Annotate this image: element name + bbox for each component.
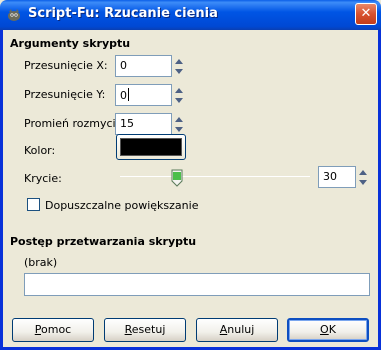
offset-x-field[interactable]: 0 [115, 55, 183, 77]
close-icon: ✕ [360, 6, 372, 21]
allow-resize-checkbox[interactable] [27, 198, 40, 211]
progress-status: (brak) [24, 256, 58, 269]
blur-radius-value: 15 [120, 117, 134, 130]
spin-up-icon[interactable] [173, 85, 185, 95]
blur-radius-spinner [173, 114, 186, 136]
offset-x-value: 0 [120, 59, 127, 72]
ok-button[interactable]: OK [287, 318, 369, 342]
opacity-slider-track[interactable] [120, 176, 310, 177]
opacity-spinner [357, 167, 370, 189]
spin-down-icon[interactable] [173, 67, 185, 77]
gimp-app-icon[interactable] [6, 7, 22, 23]
dialog-body [0, 30, 381, 350]
color-label: Kolor: [24, 144, 56, 157]
offset-x-spinner [173, 56, 186, 78]
title-bar: Script-Fu: Rzucanie cienia ✕ [0, 0, 381, 30]
help-button[interactable]: Pomoc [12, 318, 94, 342]
opacity-label: Krycie: [24, 172, 62, 185]
color-swatch [120, 138, 182, 156]
allow-resize-label[interactable]: Dopuszczalne powiększanie [45, 199, 198, 212]
offset-y-spinner [173, 85, 186, 107]
reset-button[interactable]: Resetuj [104, 318, 186, 342]
close-button[interactable]: ✕ [355, 3, 377, 25]
spin-down-icon[interactable] [173, 96, 185, 106]
blur-radius-field[interactable]: 15 [115, 113, 183, 135]
blur-radius-label: Promień rozmycia: [24, 117, 127, 130]
color-picker-button[interactable] [116, 134, 186, 160]
offset-x-label: Przesunięcie X: [24, 59, 108, 72]
offset-y-value: 0 [120, 88, 129, 102]
spin-up-icon[interactable] [357, 167, 369, 177]
arguments-heading: Argumenty skryptu [10, 37, 131, 50]
text-caret [128, 88, 129, 101]
offset-y-label: Przesunięcie Y: [24, 88, 106, 101]
progress-heading: Postęp przetwarzania skryptu [10, 235, 197, 248]
opacity-value: 30 [323, 170, 337, 183]
opacity-slider-thumb[interactable] [171, 169, 183, 187]
cancel-button[interactable]: Anuluj [196, 318, 278, 342]
spin-up-icon[interactable] [173, 56, 185, 66]
opacity-field[interactable]: 30 [318, 166, 367, 188]
window-title: Script-Fu: Rzucanie cienia [28, 6, 218, 21]
offset-y-field[interactable]: 0 [115, 84, 183, 106]
spin-down-icon[interactable] [357, 178, 369, 188]
spin-up-icon[interactable] [173, 114, 185, 124]
progress-bar [24, 273, 370, 296]
